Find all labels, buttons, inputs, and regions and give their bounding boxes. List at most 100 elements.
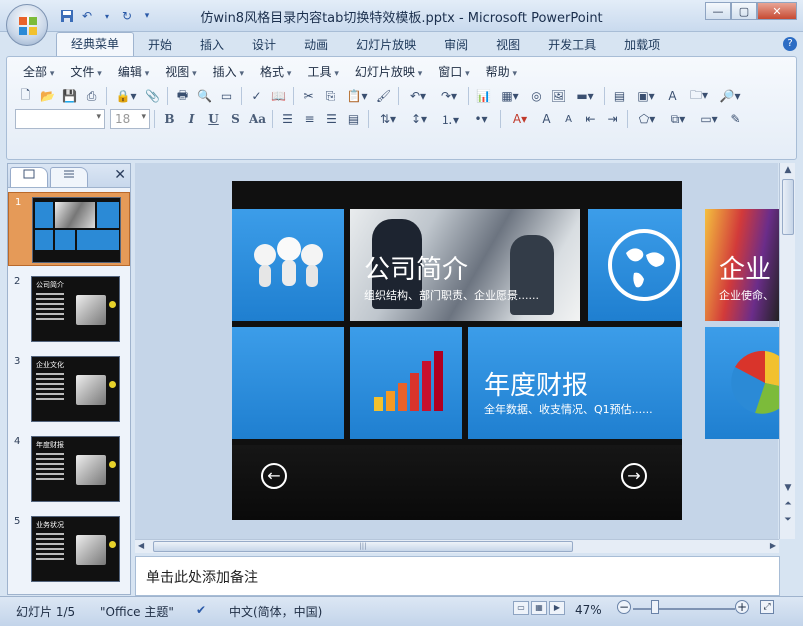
align-right-icon[interactable]: ☰: [321, 109, 342, 129]
shape-fill-icon[interactable]: ▭▾: [694, 109, 724, 129]
next-slide-icon[interactable]: ⏷: [782, 515, 794, 527]
tile-annual-report[interactable]: 年度财报 全年数据、收支情况、Q1预估......: [468, 327, 682, 439]
text-direction-icon[interactable]: ⇅▾: [373, 109, 403, 129]
vertical-scrollbar[interactable]: ▲ ▼ ⏶ ⏷: [779, 163, 795, 539]
slide-thumbnail-5[interactable]: 5 业务状况: [8, 512, 130, 586]
slide-thumbnail-3[interactable]: 3 企业文化: [8, 352, 130, 426]
bullets-icon[interactable]: •▾: [466, 109, 496, 129]
scroll-right-icon[interactable]: ▶: [770, 541, 776, 550]
shapes-icon[interactable]: ⬠▾: [632, 109, 662, 129]
tile-people[interactable]: [232, 209, 344, 321]
new-slide-icon[interactable]: ▤: [609, 86, 630, 106]
tab-home[interactable]: 开始: [134, 34, 186, 56]
scroll-down-icon[interactable]: ▼: [782, 483, 794, 495]
horizontal-scrollbar[interactable]: ◀ ||| ▶: [135, 539, 779, 553]
tab-developer[interactable]: 开发工具: [534, 34, 610, 56]
picture-icon[interactable]: 🖼: [548, 86, 569, 106]
maximize-button[interactable]: ▢: [731, 2, 757, 20]
format-painter-icon[interactable]: 🖌: [373, 86, 394, 106]
tab-animations[interactable]: 动画: [290, 34, 342, 56]
italic-button[interactable]: I: [181, 109, 202, 129]
numbering-icon[interactable]: ⒈▾: [435, 109, 465, 129]
normal-view-button[interactable]: ▭: [513, 601, 529, 615]
align-center-icon[interactable]: ≡: [299, 109, 320, 129]
font-color-icon[interactable]: A▾: [505, 109, 535, 129]
horizontal-scroll-thumb[interactable]: |||: [153, 541, 573, 552]
font-size-combo[interactable]: 18: [110, 109, 150, 129]
zoom-slider[interactable]: [633, 608, 735, 610]
folder-icon[interactable]: 🗀▾: [684, 86, 714, 106]
tile-company-photo[interactable]: 公司简介 组织结构、部门职责、企业愿景......: [350, 209, 580, 321]
text-box-icon[interactable]: A: [662, 86, 683, 106]
tile-bar-chart[interactable]: [350, 327, 462, 439]
save-icon[interactable]: 💾: [59, 86, 80, 106]
spellcheck-icon[interactable]: ✔: [196, 603, 206, 617]
font-name-combo[interactable]: [15, 109, 105, 129]
strikethrough-button[interactable]: S: [225, 109, 246, 129]
menu-slideshow[interactable]: 幻灯片放映: [347, 62, 430, 82]
tile-world[interactable]: [588, 209, 682, 321]
slide-layout-icon[interactable]: ▭: [216, 86, 237, 106]
fit-to-window-icon[interactable]: ⤢: [760, 600, 774, 614]
language[interactable]: 中文(简体，中国): [229, 603, 322, 620]
chart-icon[interactable]: 📊: [473, 86, 494, 106]
office-button[interactable]: [6, 4, 48, 46]
undo-icon[interactable]: ↶▾: [403, 86, 433, 106]
underline-button[interactable]: U: [203, 109, 224, 129]
tab-view[interactable]: 视图: [482, 34, 534, 56]
menu-edit[interactable]: 编辑: [110, 62, 157, 82]
previous-slide-icon[interactable]: ⏶: [782, 499, 794, 511]
vertical-scroll-thumb[interactable]: [782, 179, 794, 235]
zoom-level[interactable]: 47%: [575, 603, 602, 617]
scroll-left-icon[interactable]: ◀: [138, 541, 144, 550]
bold-button[interactable]: B: [159, 109, 180, 129]
menu-window[interactable]: 窗口: [430, 62, 477, 82]
tile-pie-chart[interactable]: [705, 327, 779, 439]
notes-pane[interactable]: 单击此处添加备注: [135, 556, 780, 596]
tile-blank[interactable]: [232, 327, 344, 439]
pane-close-button[interactable]: ✕: [114, 167, 126, 183]
increase-font-icon[interactable]: A: [536, 109, 557, 129]
menu-view[interactable]: 视图: [157, 62, 204, 82]
tab-slideshow[interactable]: 幻灯片放映: [342, 34, 430, 56]
table-icon[interactable]: ▦▾: [495, 86, 525, 106]
new-icon[interactable]: 🗋: [15, 86, 36, 106]
justify-icon[interactable]: ▤: [343, 109, 364, 129]
save-pdf-icon[interactable]: ⎙: [81, 86, 102, 106]
arrange-icon[interactable]: ⧉▾: [663, 109, 693, 129]
menu-tools[interactable]: 工具: [299, 62, 346, 82]
tab-design[interactable]: 设计: [238, 34, 290, 56]
tile-culture-photo[interactable]: 企业 企业使命、: [705, 209, 779, 321]
minimize-button[interactable]: —: [705, 2, 731, 20]
tab-addins[interactable]: 加载项: [610, 34, 674, 56]
zoom-out-button[interactable]: −: [617, 600, 631, 614]
slide-canvas[interactable]: 公司简介 组织结构、部门职责、企业愿景...... 年度财报 全年数据、收支情况…: [232, 181, 682, 520]
tab-insert[interactable]: 插入: [186, 34, 238, 56]
menu-insert[interactable]: 插入: [205, 62, 252, 82]
shape-outline-icon[interactable]: ✎: [725, 109, 746, 129]
outline-tab[interactable]: [50, 167, 88, 187]
menu-help[interactable]: 帮助: [478, 62, 525, 82]
zoom-in-button[interactable]: +: [735, 600, 749, 614]
permission-icon[interactable]: 🔒▾: [111, 86, 141, 106]
slides-tab[interactable]: [10, 167, 48, 187]
next-arrow-button[interactable]: →: [621, 463, 647, 489]
prev-arrow-button[interactable]: ←: [261, 463, 287, 489]
increase-indent-icon[interactable]: ⇥: [602, 109, 623, 129]
slide-thumbnail-4[interactable]: 4 年度财报: [8, 432, 130, 506]
line-spacing-icon[interactable]: ↕▾: [404, 109, 434, 129]
slide-thumbnail-2[interactable]: 2 公司简介: [8, 272, 130, 346]
menu-format[interactable]: 格式: [252, 62, 299, 82]
menu-all[interactable]: 全部: [15, 62, 62, 82]
align-left-icon[interactable]: ☰: [277, 109, 298, 129]
clipart-icon[interactable]: ◎: [526, 86, 547, 106]
slide-design-icon[interactable]: ▣▾: [631, 86, 661, 106]
slideshow-view-button[interactable]: ▶: [549, 601, 565, 615]
decrease-indent-icon[interactable]: ⇤: [580, 109, 601, 129]
color-scheme-icon[interactable]: ▬▾: [570, 86, 600, 106]
research-icon[interactable]: 📖: [268, 86, 289, 106]
open-icon[interactable]: 📂: [37, 86, 58, 106]
spelling-icon[interactable]: ✓: [246, 86, 267, 106]
attach-icon[interactable]: 📎: [142, 86, 163, 106]
close-button[interactable]: ✕: [757, 2, 797, 20]
